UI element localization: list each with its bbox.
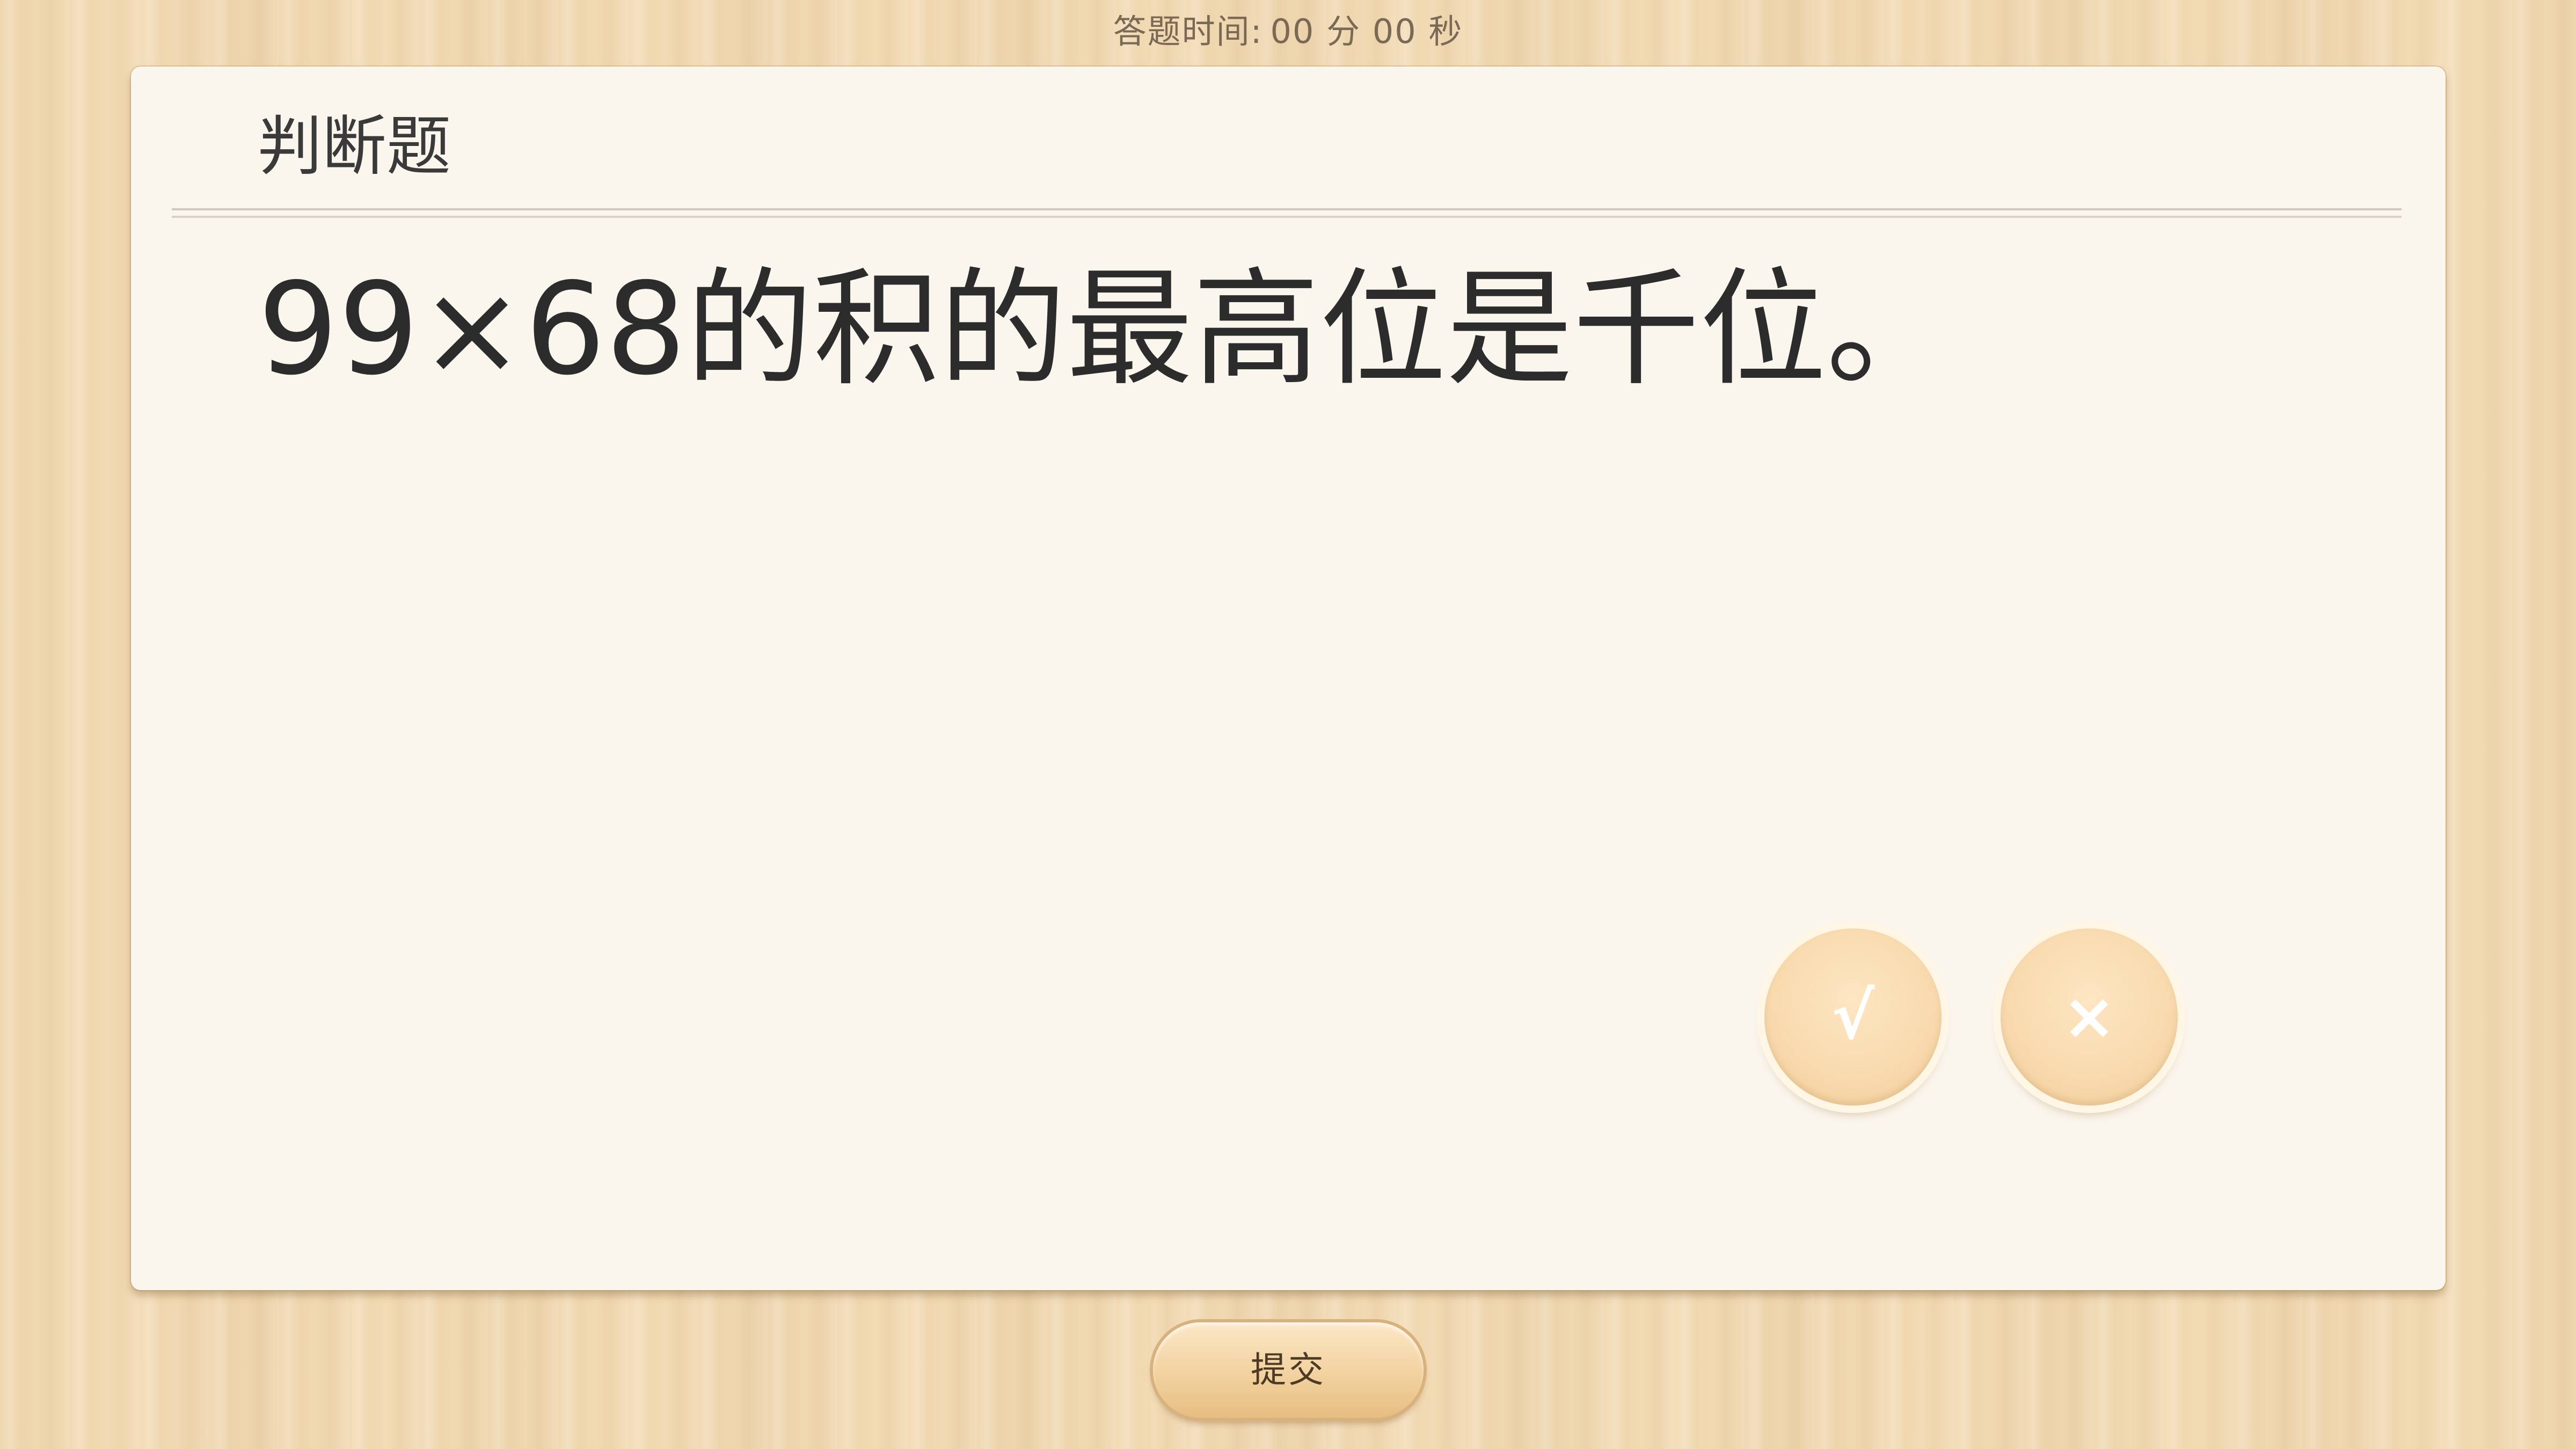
answer-false-button[interactable]: ×: [2001, 928, 2178, 1106]
question-type-title: 判断题: [258, 109, 451, 184]
answer-true-button[interactable]: √: [1764, 928, 1942, 1106]
check-icon: √: [1831, 979, 1875, 1054]
answer-timer: 答题时间: 00 分 00 秒: [0, 8, 2576, 56]
question-text: 99×68的积的最高位是千位。: [258, 255, 1953, 403]
cross-icon: ×: [2062, 979, 2117, 1054]
timer-value: 00 分 00 秒: [1270, 12, 1463, 51]
timer-label: 答题时间:: [1113, 12, 1263, 51]
title-divider: [172, 208, 2402, 218]
question-card: 判断题 99×68的积的最高位是千位。: [131, 67, 2446, 1290]
submit-button[interactable]: 提交: [1153, 1322, 1424, 1418]
